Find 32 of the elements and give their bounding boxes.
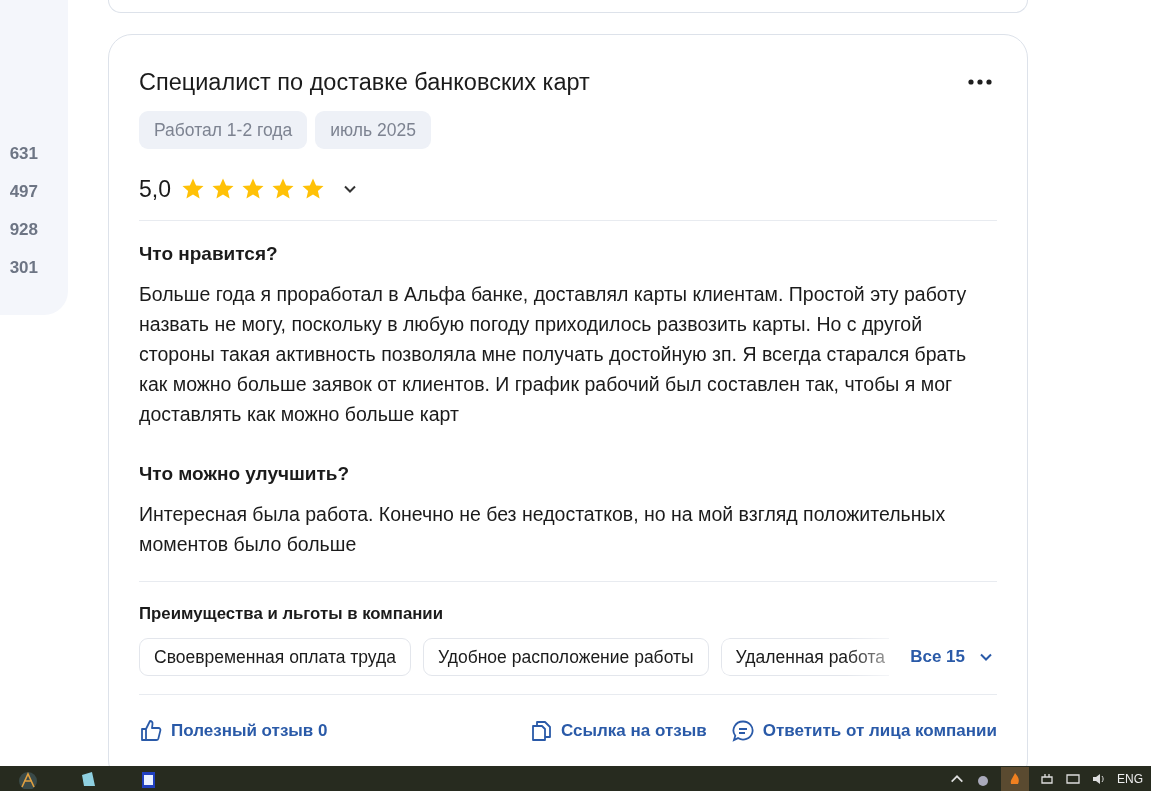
review-count: 497	[9, 181, 38, 202]
review-tag: Работал 1-2 года	[139, 111, 308, 149]
star-icon	[241, 177, 265, 201]
chevron-down-icon[interactable]	[343, 184, 357, 194]
copy-link-button[interactable]: Ссылка на отзыв	[529, 719, 707, 743]
star-icon	[301, 177, 325, 201]
job-title: Специалист по доставке банковских карт	[139, 68, 590, 97]
review-count: 631	[9, 143, 38, 164]
review-count: 301	[9, 257, 38, 278]
show-all-button[interactable]: Все 15	[910, 647, 997, 667]
benefit-chip: Своевременная оплата труда	[139, 638, 411, 676]
copy-icon	[529, 719, 554, 743]
review-text: Интересная была работа. Конечно не без недостатков, но на мой взгляд положительных моментов было больше	[139, 502, 947, 557]
review-count: 928	[9, 219, 38, 240]
star-icon	[271, 177, 295, 201]
more-options-icon[interactable]	[967, 78, 993, 86]
star-icon	[181, 177, 205, 201]
section-heading: Что можно улучшить?	[139, 462, 351, 486]
chat-bubble-icon	[730, 719, 755, 743]
star-icon	[211, 177, 235, 201]
review-tag: июль 2025	[315, 111, 431, 149]
section-heading: Что нравится?	[139, 242, 279, 266]
reply-button[interactable]: Ответить от лица компании	[730, 719, 997, 743]
thumbs-up-icon	[139, 719, 163, 743]
benefits-heading: Преимущества и льготы в компании	[139, 604, 444, 624]
chevron-down-icon	[979, 652, 993, 662]
rating-score: 5,0	[139, 175, 171, 203]
helpful-button[interactable]: Полезный отзыв 0	[139, 719, 328, 743]
language-indicator[interactable]: ENG	[1117, 771, 1143, 786]
benefit-chip: Удобное расположение работы	[423, 638, 709, 676]
review-text: Больше года я проработал в Альфа банке, доставлял карты клиентам. Простой эту работу назвать не могу, поскольку в любую погоду приходилось развозить карты. Но с другой стороны такая активность позволяла мне получать достойную зп. Я всегда старался брать как можно больше заявок от клиентов. И график рабочий был составлен так, чтобы я мог доставлять как можно больше карт	[139, 282, 968, 427]
benefit-chip: Удаленная работа	[720, 638, 889, 676]
